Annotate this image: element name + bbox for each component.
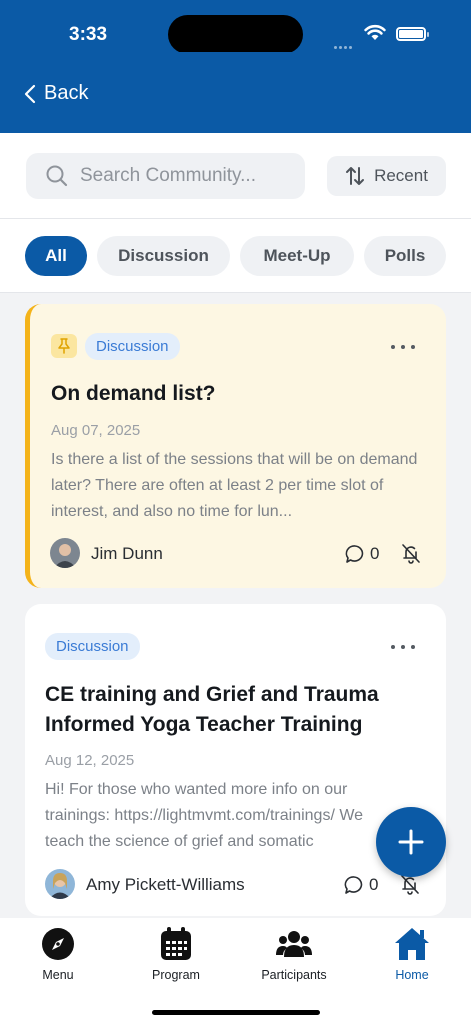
author-avatar[interactable] [50,538,80,568]
battery-icon [396,27,429,41]
home-indicator [152,1010,320,1015]
post-excerpt: Is there a list of the sessions that wil… [51,451,418,520]
filter-chip-meetup[interactable]: Meet-Up [240,236,354,276]
tab-program[interactable]: Program [126,926,226,982]
tab-bar: Menu Program Participants Home [0,918,471,1024]
post-tag: Discussion [85,333,180,360]
compass-icon [42,928,74,960]
pin-icon [51,334,77,358]
comment-count: 0 [369,875,379,894]
post-tag: Discussion [45,633,140,660]
sort-icon [346,167,365,185]
author-name[interactable]: Jim Dunn [91,544,163,564]
calendar-icon [161,927,191,960]
signal-icon [334,36,358,49]
filter-chips: All Discussion Meet-Up Polls [0,219,471,293]
post-title: CE training and Grief and Trauma Informe… [45,683,379,736]
tab-menu[interactable]: Menu [8,926,108,982]
tab-label: Program [152,968,200,982]
post-date: Aug 07, 2025 [51,422,141,439]
post-card[interactable]: Discussion On demand list? Aug 07, 2025 … [25,304,446,588]
search-field[interactable] [26,153,305,199]
sort-button[interactable]: Recent [327,156,446,196]
nav-bar: Back [0,52,471,133]
sort-label: Recent [374,166,428,185]
post-date: Aug 12, 2025 [45,752,135,769]
status-bar: 3:33 [0,0,471,60]
filter-chip-all[interactable]: All [25,236,87,276]
dynamic-island [168,15,303,54]
status-time: 3:33 [69,24,108,45]
more-options-icon[interactable] [391,642,415,652]
tab-home[interactable]: Home [362,926,462,982]
tab-participants[interactable]: Participants [244,926,344,982]
search-icon [46,165,68,187]
wifi-icon [364,24,386,40]
more-options-icon[interactable] [391,342,415,352]
search-bar: Recent [0,133,471,219]
comment-count: 0 [370,544,380,563]
comment-icon[interactable] [344,875,364,895]
post-title: On demand list? [51,382,216,405]
author-avatar[interactable] [45,869,75,899]
tab-label: Home [395,968,429,982]
chevron-left-icon [24,84,36,103]
comment-icon[interactable] [345,544,365,564]
back-label: Back [44,82,89,104]
filter-chip-polls[interactable]: Polls [364,236,446,276]
back-button[interactable]: Back [24,82,88,105]
post-excerpt: Hi! For those who wanted more info on ou… [45,781,364,850]
bell-off-icon[interactable] [401,543,421,564]
post-card[interactable]: Discussion CE training and Grief and Tra… [25,604,446,916]
author-name[interactable]: Amy Pickett-Williams [86,875,245,895]
create-post-button[interactable] [376,807,446,877]
bell-off-icon[interactable] [400,874,420,895]
plus-icon [398,829,424,855]
users-icon [276,931,312,957]
search-input[interactable] [80,165,280,187]
tab-label: Participants [261,968,327,982]
filter-chip-discussion[interactable]: Discussion [97,236,230,276]
tab-label: Menu [42,968,74,982]
home-icon [395,928,429,960]
